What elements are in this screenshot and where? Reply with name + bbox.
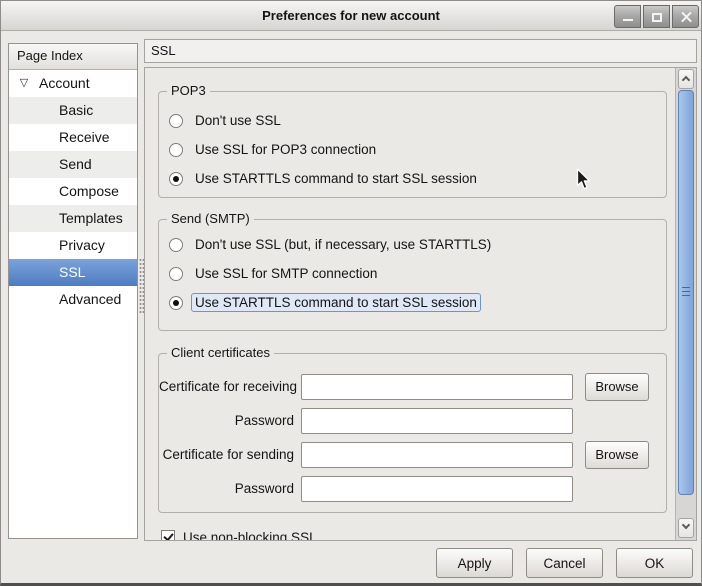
window-title: Preferences for new account [1,1,701,30]
certificate-sending-input[interactable] [301,442,573,468]
page-index-tree: Account Basic Receive Send Compose Templ… [9,70,137,313]
browse-receiving-button[interactable]: Browse [585,373,649,401]
password-receiving-row: Password [159,406,666,435]
sidebar-item-privacy[interactable]: Privacy [9,232,137,259]
page-index-panel: Page Index Account Basic Receive Send Co… [8,43,138,539]
smtp-group-title: Send (SMTP) [167,211,254,226]
browse-sending-button[interactable]: Browse [585,441,649,469]
radio-button-selected[interactable] [169,172,183,186]
password-sending-row: Password [159,474,666,503]
certificate-sending-row: Certificate for sending Browse [159,440,666,469]
sidebar-item-advanced[interactable]: Advanced [9,286,137,313]
client-certificates-group: Client certificates Certificate for rece… [158,353,667,513]
window-controls [614,5,699,28]
minimize-button[interactable] [614,5,641,28]
scrollbar-grip-icon [682,287,690,299]
titlebar[interactable]: Preferences for new account [1,1,701,31]
sidebar-item-basic[interactable]: Basic [9,97,137,124]
pop3-option-dont-use-ssl[interactable]: Don't use SSL [159,106,666,135]
certificate-receiving-input[interactable] [301,374,573,400]
radio-button[interactable] [169,267,183,281]
maximize-button[interactable] [643,5,670,28]
page-title: SSL [144,39,697,63]
radio-button[interactable] [169,143,183,157]
scroll-up-button[interactable] [678,69,694,89]
certificate-receiving-row: Certificate for receiving Browse [159,372,666,401]
sidebar-item-templates[interactable]: Templates [9,205,137,232]
apply-button[interactable]: Apply [436,548,513,578]
page-index-header[interactable]: Page Index [9,44,137,70]
non-blocking-ssl-checkbox[interactable] [161,530,175,540]
smtp-option-dont-use-ssl[interactable]: Don't use SSL (but, if necessary, use ST… [159,230,666,259]
sidebar-item-compose[interactable]: Compose [9,178,137,205]
cancel-button[interactable]: Cancel [526,548,603,578]
sidebar-item-ssl[interactable]: SSL [9,259,137,286]
expander-icon[interactable] [16,70,32,97]
smtp-group: Send (SMTP) Don't use SSL (but, if neces… [158,219,667,331]
pop3-option-starttls[interactable]: Use STARTTLS command to start SSL sessio… [159,164,666,193]
radio-button[interactable] [169,238,183,252]
preferences-dialog: Preferences for new account Page Index A… [0,0,702,586]
maximize-icon [652,13,662,22]
pop3-group: POP3 Don't use SSL Use SSL for POP3 conn… [158,91,667,198]
smtp-option-starttls[interactable]: Use STARTTLS command to start SSL sessio… [159,288,666,317]
pop3-group-title: POP3 [167,83,210,98]
chevron-up-icon [682,76,690,84]
ok-button[interactable]: OK [616,548,693,578]
client-certificates-title: Client certificates [167,345,274,360]
radio-button[interactable] [169,114,183,128]
scrollbar-thumb[interactable] [678,90,694,495]
minimize-icon [623,19,633,21]
pop3-option-use-ssl[interactable]: Use SSL for POP3 connection [159,135,666,164]
sidebar-item-send[interactable]: Send [9,151,137,178]
scroll-down-button[interactable] [678,518,694,538]
smtp-option-use-ssl[interactable]: Use SSL for SMTP connection [159,259,666,288]
non-blocking-ssl-row[interactable]: Use non-blocking SSL [158,526,675,540]
vertical-scrollbar[interactable] [675,68,696,540]
sidebar-item-account[interactable]: Account [9,70,137,97]
chevron-down-icon [682,521,690,529]
sidebar-item-receive[interactable]: Receive [9,124,137,151]
password-receiving-input[interactable] [301,408,573,434]
password-sending-input[interactable] [301,476,573,502]
dialog-action-buttons: Apply Cancel OK [436,548,693,578]
dialog-body: Page Index Account Basic Receive Send Co… [1,31,701,583]
radio-button-selected[interactable] [169,296,183,310]
close-button[interactable] [672,5,699,28]
settings-content: POP3 Don't use SSL Use SSL for POP3 conn… [145,68,675,540]
settings-scroll-area: POP3 Don't use SSL Use SSL for POP3 conn… [144,67,697,541]
